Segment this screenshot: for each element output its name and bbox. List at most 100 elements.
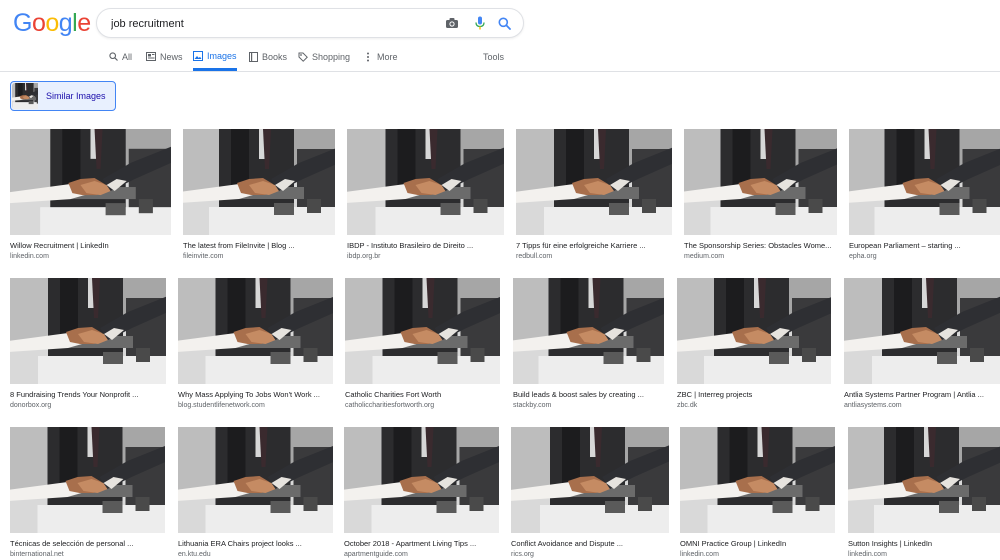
handshake-photo — [849, 129, 1000, 235]
result-title[interactable]: Lithuania ERA Chairs project looks ... — [178, 539, 333, 549]
result-title[interactable]: The Sponsorship Series: Obstacles Wome..… — [684, 241, 837, 251]
mic-icon[interactable] — [471, 14, 489, 32]
tab-images[interactable]: Images — [193, 44, 237, 71]
image-result[interactable]: Build leads & boost sales by creating ..… — [513, 278, 664, 411]
result-thumbnail[interactable] — [844, 278, 1000, 384]
tab-all[interactable]: All — [108, 44, 132, 69]
search-icon[interactable] — [495, 14, 513, 32]
tools-button[interactable]: Tools — [483, 44, 504, 69]
logo-letter: o — [45, 9, 59, 37]
result-title[interactable]: Why Mass Applying To Jobs Won't Work ... — [178, 390, 333, 400]
result-domain: blog.studentlifenetwork.com — [178, 402, 265, 409]
result-title[interactable]: 7 Tipps für eine erfolgreiche Karriere .… — [516, 241, 672, 251]
tab-label: All — [122, 51, 133, 62]
image-result[interactable]: October 2018 - Apartment Living Tips ...… — [344, 427, 499, 560]
result-thumbnail[interactable] — [183, 129, 335, 235]
result-domain: apartmentguide.com — [344, 551, 408, 558]
tab-label: Shopping — [312, 51, 351, 62]
result-title[interactable]: Conflict Avoidance and Dispute ... — [511, 539, 669, 549]
result-title[interactable]: Build leads & boost sales by creating ..… — [513, 390, 664, 400]
result-title[interactable]: ZBC | Interreg projects — [677, 390, 831, 400]
result-thumbnail[interactable] — [680, 427, 835, 533]
result-thumbnail[interactable] — [10, 129, 171, 235]
tab-more[interactable]: More — [363, 44, 398, 69]
handshake-photo — [183, 129, 335, 235]
logo-letter: e — [77, 9, 91, 37]
result-thumbnail[interactable] — [677, 278, 831, 384]
result-thumbnail[interactable] — [516, 129, 672, 235]
result-domain: zbc.dk — [677, 402, 698, 409]
image-result[interactable]: Sutton Insights | LinkedIn linkedin.com — [848, 427, 1000, 560]
result-domain: binternational.net — [10, 551, 64, 558]
result-domain: linkedin.com — [680, 551, 719, 558]
tab-news[interactable]: News — [146, 44, 183, 69]
search-box — [96, 8, 524, 38]
result-title[interactable]: 8 Fundraising Trends Your Nonprofit ... — [10, 390, 166, 400]
similar-images-button[interactable]: Similar Images — [10, 81, 116, 111]
result-title[interactable]: October 2018 - Apartment Living Tips ... — [344, 539, 499, 549]
tab-shopping[interactable]: Shopping — [298, 44, 350, 69]
image-result[interactable]: OMNI Practice Group | LinkedIn linkedin.c… — [680, 427, 835, 560]
result-thumbnail[interactable] — [345, 278, 500, 384]
image-result[interactable]: IBDP - Instituto Brasileiro de Direito .… — [347, 129, 504, 262]
result-title[interactable]: Técnicas de selección de personal ... — [10, 539, 165, 549]
result-title[interactable]: Sutton Insights | LinkedIn — [848, 539, 1000, 549]
result-title[interactable]: OMNI Practice Group | LinkedIn — [680, 539, 835, 549]
image-result[interactable]: The latest from FileInvite | Blog ... fil… — [183, 129, 335, 262]
image-result[interactable]: European Parliament – starting ... epha.o… — [849, 129, 1000, 262]
handshake-photo — [347, 129, 504, 235]
tab-label: Books — [262, 51, 288, 62]
handshake-photo — [12, 83, 38, 109]
result-thumbnail[interactable] — [344, 427, 499, 533]
tab-label: News — [160, 51, 183, 62]
image-result[interactable]: Antlia Systems Partner Program | Antlia … — [844, 278, 1000, 411]
book-icon — [248, 51, 258, 62]
result-thumbnail[interactable] — [347, 129, 504, 235]
result-thumbnail[interactable] — [511, 427, 669, 533]
result-thumbnail[interactable] — [513, 278, 664, 384]
image-result[interactable]: ZBC | Interreg projects zbc.dk — [677, 278, 831, 411]
result-thumbnail[interactable] — [848, 427, 1000, 533]
tab-label: Images — [207, 51, 237, 61]
result-domain: fileinvite.com — [183, 253, 224, 260]
result-title[interactable]: The latest from FileInvite | Blog ... — [183, 241, 335, 251]
image-result[interactable]: Catholic Charities Fort Worth catholiccha… — [345, 278, 500, 411]
handshake-photo — [345, 278, 500, 384]
image-result[interactable]: Lithuania ERA Chairs project looks ... en… — [178, 427, 333, 560]
tools-label: Tools — [483, 51, 505, 62]
search-icon — [108, 52, 118, 62]
image-result[interactable]: 7 Tipps für eine erfolgreiche Karriere .… — [516, 129, 672, 262]
result-thumbnail[interactable] — [178, 278, 333, 384]
handshake-photo — [844, 278, 1000, 384]
image-result[interactable]: 8 Fundraising Trends Your Nonprofit ... d… — [10, 278, 166, 411]
logo-letter: G — [13, 9, 32, 37]
result-domain: linkedin.com — [848, 551, 887, 558]
result-title[interactable]: European Parliament – starting ... — [849, 241, 1000, 251]
image-result[interactable]: Willow Recruitment | LinkedIn linkedin.co… — [10, 129, 171, 262]
result-title[interactable]: Willow Recruitment | LinkedIn — [10, 241, 171, 251]
google-logo[interactable]: Google — [13, 9, 91, 38]
result-thumbnail[interactable] — [849, 129, 1000, 235]
image-result[interactable]: Conflict Avoidance and Dispute ... rics.o… — [511, 427, 669, 560]
result-title[interactable]: Antlia Systems Partner Program | Antlia … — [844, 390, 1000, 400]
result-thumbnail[interactable] — [178, 427, 333, 533]
handshake-photo — [677, 278, 831, 384]
result-title[interactable]: IBDP - Instituto Brasileiro de Direito .… — [347, 241, 504, 251]
tab-books[interactable]: Books — [248, 44, 287, 69]
result-thumbnail[interactable] — [10, 427, 165, 533]
result-title[interactable]: Catholic Charities Fort Worth — [345, 390, 500, 400]
result-thumbnail[interactable] — [10, 278, 166, 384]
handshake-photo — [178, 278, 333, 384]
result-domain: rics.org — [511, 551, 534, 558]
image-result[interactable]: Técnicas de selección de personal ... bin… — [10, 427, 165, 560]
handshake-photo — [10, 427, 165, 533]
camera-icon[interactable] — [443, 14, 461, 32]
result-domain: redbull.com — [516, 253, 553, 260]
image-result[interactable]: Why Mass Applying To Jobs Won't Work ...… — [178, 278, 333, 411]
image-result[interactable]: The Sponsorship Series: Obstacles Wome..… — [684, 129, 837, 262]
result-thumbnail[interactable] — [684, 129, 837, 235]
handshake-photo — [344, 427, 499, 533]
search-input[interactable] — [109, 13, 433, 35]
tag-icon — [298, 52, 308, 62]
result-domain: linkedin.com — [10, 253, 49, 260]
